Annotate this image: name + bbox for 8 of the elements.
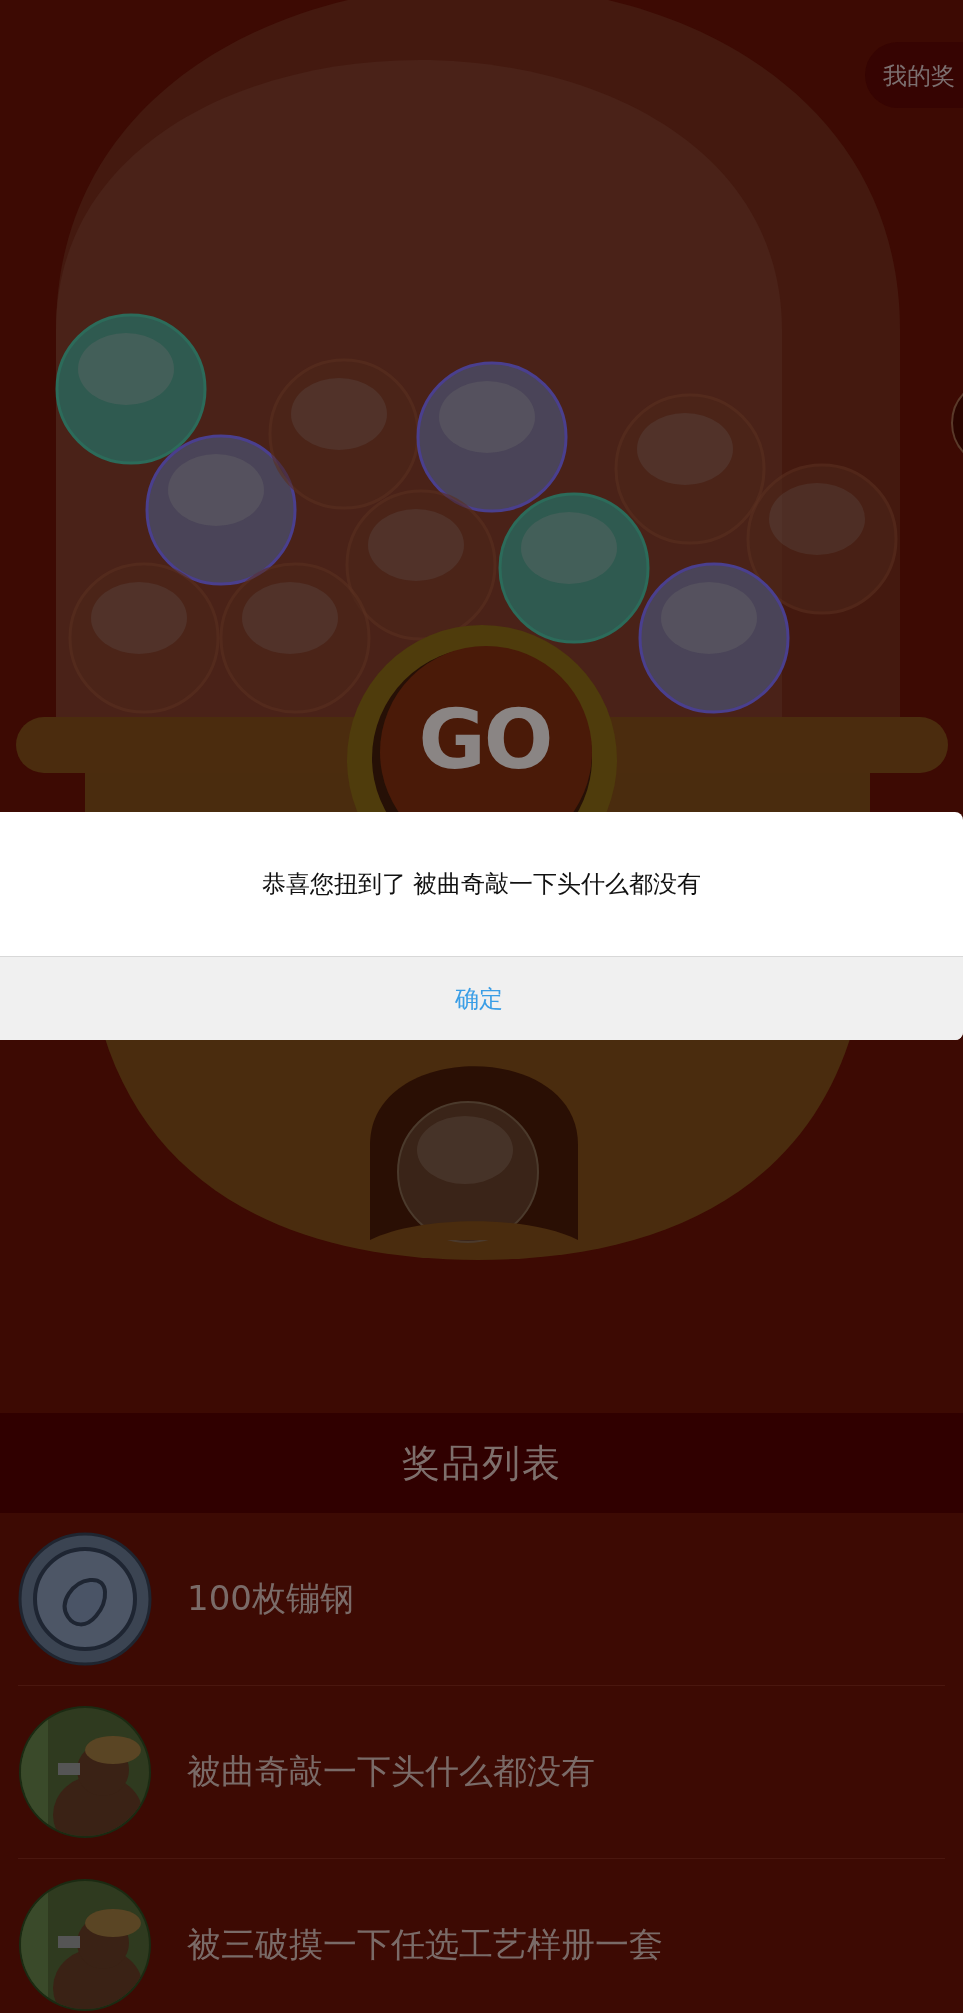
my-prizes-button[interactable]: 我的奖 (865, 42, 963, 108)
prize-list-title: 奖品列表 (401, 1439, 562, 1487)
prize-name: 100枚镚钢 (187, 1577, 354, 1620)
coin-icon (18, 1531, 153, 1667)
dialog-message: 恭喜您扭到了 被曲奇敲一下头什么都没有 (261, 869, 702, 900)
prize-name: 被三破摸一下任选工艺样册一套 (187, 1923, 663, 1966)
confirm-button[interactable]: 确定 (0, 956, 963, 1040)
prize-name: 被曲奇敲一下头什么都没有 (187, 1750, 595, 1793)
